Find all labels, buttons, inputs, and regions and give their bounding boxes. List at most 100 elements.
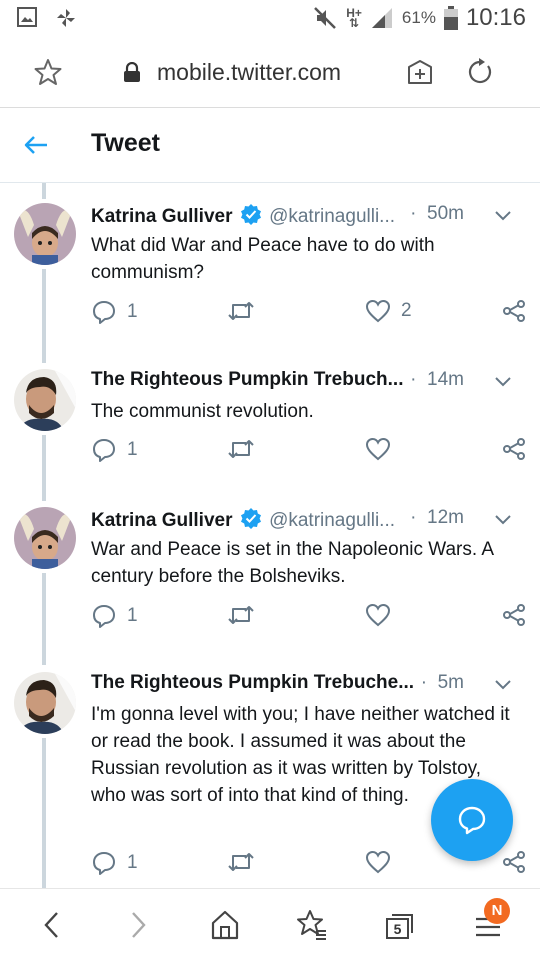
status-bar: H+ ⇅ 61% 10:16 [0, 0, 540, 36]
chevron-down-icon[interactable] [494, 513, 512, 527]
verified-badge-icon [240, 204, 261, 225]
retweet-icon [228, 302, 254, 320]
avatar-katrina-image [14, 203, 76, 265]
retweet-button[interactable] [227, 603, 255, 627]
mute-icon [314, 7, 337, 29]
tabs-button[interactable]: 5 [384, 909, 416, 941]
back-arrow-icon[interactable] [38, 909, 66, 941]
handle[interactable]: @katrinagulli... [269, 510, 395, 531]
like-icon [365, 299, 391, 323]
chevron-down-icon[interactable] [494, 375, 512, 389]
share-button[interactable] [502, 299, 526, 323]
tab-count: 5 [393, 921, 402, 937]
reply-icon [93, 301, 115, 324]
display-name[interactable]: Katrina Gulliver [91, 206, 233, 227]
tweet-actions: 1 [91, 603, 531, 633]
battery-percent: 61% [401, 8, 436, 27]
lock-icon [124, 62, 140, 82]
page-title: Tweet [91, 129, 160, 157]
share-button[interactable] [502, 850, 526, 874]
reply-icon [93, 605, 115, 628]
timestamp-text: 14m [427, 369, 464, 390]
pinwheel-icon [57, 9, 75, 27]
like-button[interactable] [365, 603, 391, 627]
reply-button[interactable]: 1 [91, 437, 138, 463]
reply-icon [93, 852, 115, 875]
timestamp[interactable]: · 14m [410, 369, 464, 391]
reply-count: 1 [127, 439, 138, 460]
share-button[interactable] [502, 603, 526, 627]
reply-count: 1 [127, 605, 138, 626]
like-icon [365, 437, 391, 461]
timestamp[interactable]: · 50m [410, 203, 464, 225]
retweet-icon [228, 606, 254, 624]
network-indicator: H+ ⇅ [346, 7, 362, 29]
reply-icon [93, 439, 115, 462]
tweet-header: The Righteous Pumpkin Trebuche... · 5m [91, 672, 526, 702]
thread-line [42, 183, 46, 199]
avatar[interactable] [14, 507, 76, 569]
tweet-text: War and Peace is set in the Napoleonic W… [91, 539, 494, 587]
like-button[interactable]: 2 [365, 299, 412, 323]
page-header: Tweet [0, 109, 540, 183]
reply-count: 1 [127, 852, 138, 873]
timestamp[interactable]: · 5m [421, 672, 464, 694]
avatar[interactable] [14, 203, 76, 265]
like-icon [365, 603, 391, 627]
back-arrow-icon[interactable] [22, 131, 50, 159]
display-name[interactable]: The Righteous Pumpkin Trebuch... [91, 369, 403, 390]
retweet-icon [228, 440, 254, 458]
reply-button[interactable]: 1 [91, 299, 138, 325]
like-button[interactable] [365, 437, 391, 461]
forward-arrow-icon[interactable] [124, 909, 152, 941]
timestamp-text: 5m [437, 672, 464, 693]
like-icon [365, 850, 391, 874]
retweet-icon [228, 853, 254, 871]
share-icon [503, 300, 525, 322]
add-tab-icon[interactable] [406, 58, 434, 86]
like-button[interactable] [365, 850, 391, 874]
browser-bottom-nav: 5 [0, 888, 540, 960]
clock: 10:16 [465, 4, 526, 31]
retweet-button[interactable] [227, 437, 255, 461]
bookmark-star-icon[interactable] [34, 58, 62, 86]
share-button[interactable] [502, 437, 526, 461]
tweet[interactable]: The Righteous Pumpkin Trebuch... · 14m T… [0, 369, 540, 497]
handle[interactable]: @katrinagulli... [269, 206, 395, 227]
signal-icon [371, 8, 392, 28]
reply-bubble-icon [458, 806, 486, 835]
retweet-button[interactable] [227, 299, 255, 323]
url-text[interactable]: mobile.twitter.com [157, 59, 341, 86]
tweet[interactable]: Katrina Gulliver @katrinagulli... · 12m … [0, 507, 540, 661]
timestamp-text: 50m [427, 203, 464, 224]
bookmarks-icon[interactable] [296, 909, 328, 941]
browser-url-bar: mobile.twitter.com [0, 36, 540, 108]
home-icon[interactable] [210, 909, 240, 941]
separator-dot: · [410, 203, 417, 224]
avatar[interactable] [14, 369, 76, 431]
reply-button[interactable]: 1 [91, 850, 138, 876]
tweet-text: What did War and Peace have to do with c… [91, 235, 435, 283]
notification-badge: N [484, 898, 510, 924]
avatar-pumpkin-image [14, 369, 76, 431]
compose-reply-button[interactable] [431, 779, 513, 861]
reply-button[interactable]: 1 [91, 603, 138, 629]
display-name[interactable]: Katrina Gulliver [91, 510, 233, 531]
reload-icon[interactable] [466, 58, 494, 86]
chevron-down-icon[interactable] [494, 209, 512, 223]
timestamp[interactable]: · 12m [410, 507, 464, 529]
avatar-pumpkin-image [14, 672, 76, 734]
tweet-header: Katrina Gulliver @katrinagulli... · 12m [91, 507, 526, 537]
display-name[interactable]: The Righteous Pumpkin Trebuche... [91, 672, 414, 693]
tweet[interactable]: Katrina Gulliver @katrinagulli... · 50m … [0, 203, 540, 353]
chevron-down-icon[interactable] [494, 678, 512, 692]
like-count: 2 [401, 300, 412, 321]
avatar-katrina-image [14, 507, 76, 569]
avatar[interactable] [14, 672, 76, 734]
reply-count: 1 [127, 301, 138, 322]
tweet-actions: 1 [91, 437, 531, 467]
verified-badge-icon [240, 508, 261, 529]
battery-icon [443, 6, 458, 30]
retweet-button[interactable] [227, 850, 255, 874]
tweet-actions: 1 2 [91, 299, 531, 329]
